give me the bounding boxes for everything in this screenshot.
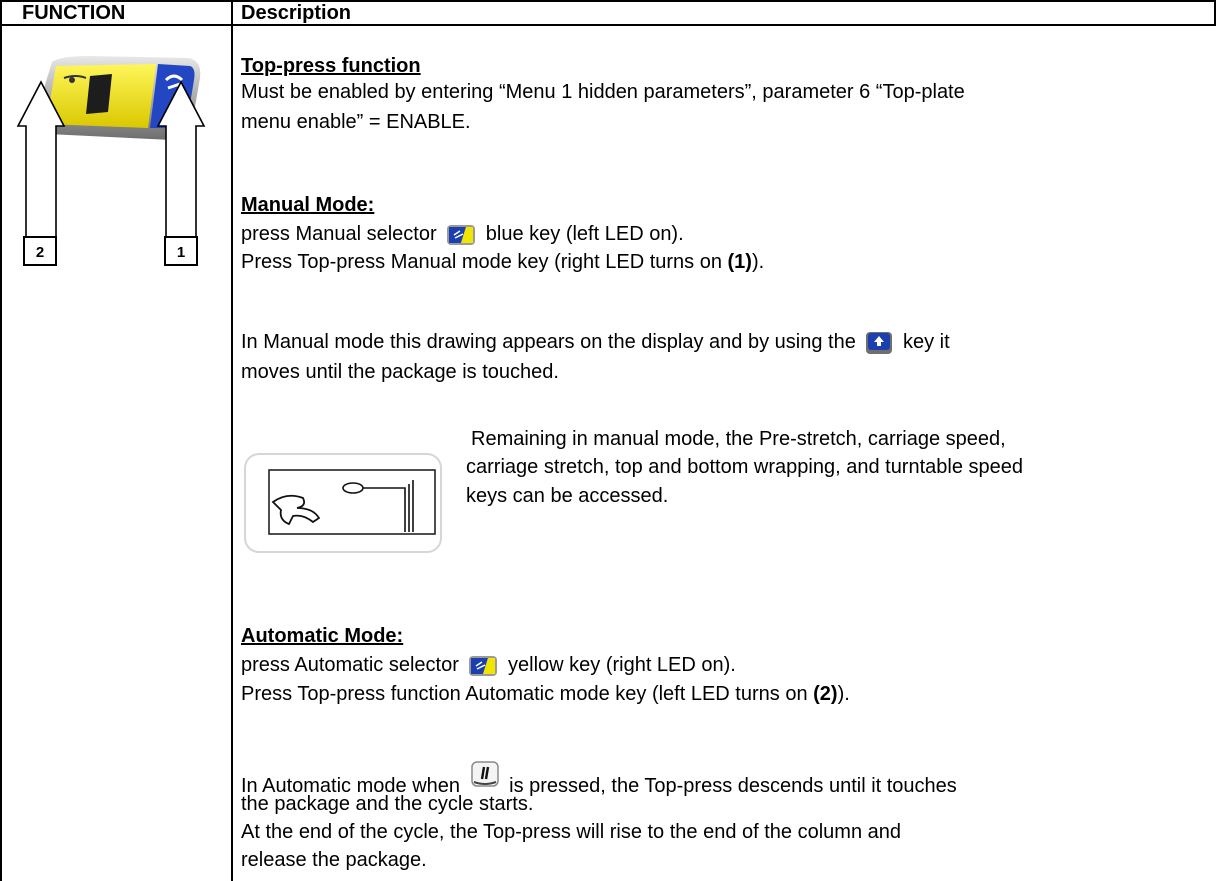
callout-label-1: 1 (164, 236, 198, 266)
automatic-line-2-ref: (2) (813, 683, 838, 705)
manual-line-2: Press Top-press Manual mode key (right L… (241, 248, 764, 276)
manual-line-2-a: Press Top-press Manual mode key (right L… (241, 251, 728, 273)
automatic-line-2-a: Press Top-press function Automatic mode … (241, 683, 814, 705)
manual-line-1: press Manual selector blue key (left LED… (241, 220, 684, 248)
selector-key-icon (469, 655, 498, 676)
table-left-border (0, 0, 2, 881)
header-description: Description (241, 2, 352, 24)
manual-mode-heading: Manual Mode: (241, 194, 375, 216)
start-key-icon (470, 761, 499, 787)
manual-line-3: In Manual mode this drawing appears on t… (241, 328, 950, 356)
section-title: Top-press function (241, 55, 421, 77)
intro-line-1: Must be enabled by entering “Menu 1 hidd… (241, 81, 965, 103)
manual-line-2-ref: (1) (727, 251, 752, 273)
automatic-line-5: At the end of the cycle, the Top-press w… (241, 821, 902, 843)
automatic-line-1: press Automatic selector yellow key (rig… (241, 651, 736, 679)
function-table: FUNCTION Description 2 1 Top-press funct… (0, 0, 1216, 881)
remaining-line-1: Remaining in manual mode, the Pre-stretc… (471, 428, 1006, 450)
column-divider (231, 0, 233, 881)
manual-line-3-a: In Manual mode this drawing appears on t… (241, 331, 856, 353)
manual-line-2-c: ). (751, 251, 765, 273)
automatic-line-2: Press Top-press function Automatic mode … (241, 680, 850, 708)
up-arrow-key-icon (866, 331, 893, 354)
automatic-line-2-c: ). (837, 683, 850, 705)
manual-line-4: moves until the package is touched. (241, 361, 559, 383)
automatic-line-1-b: yellow key (right LED on). (508, 654, 736, 676)
automatic-line-6: release the package. (241, 849, 427, 871)
automatic-line-1-a: press Automatic selector (241, 654, 459, 676)
automatic-mode-heading: Automatic Mode: (241, 625, 404, 647)
manual-line-3-b: key it (902, 331, 950, 353)
intro-line-2: menu enable” = ENABLE. (241, 111, 471, 133)
automatic-line-3-b: is pressed, the Top-press descends until… (509, 775, 957, 797)
remaining-line-3: keys can be accessed. (466, 485, 669, 507)
callout-arrow-1 (156, 80, 206, 236)
display-drawing-icon (244, 453, 442, 553)
header-function: FUNCTION (22, 2, 126, 24)
selector-key-icon (447, 224, 476, 245)
table-top-border (0, 0, 1216, 2)
manual-line-1-b: blue key (left LED on). (485, 223, 684, 245)
automatic-line-4: the package and the cycle starts. (241, 793, 534, 815)
callout-arrow-2 (16, 80, 66, 236)
remaining-line-2: carriage stretch, top and bottom wrappin… (466, 456, 1024, 478)
callout-label-2: 2 (23, 236, 57, 266)
header-bottom-border (0, 24, 1216, 26)
manual-line-1-a: press Manual selector (241, 223, 437, 245)
